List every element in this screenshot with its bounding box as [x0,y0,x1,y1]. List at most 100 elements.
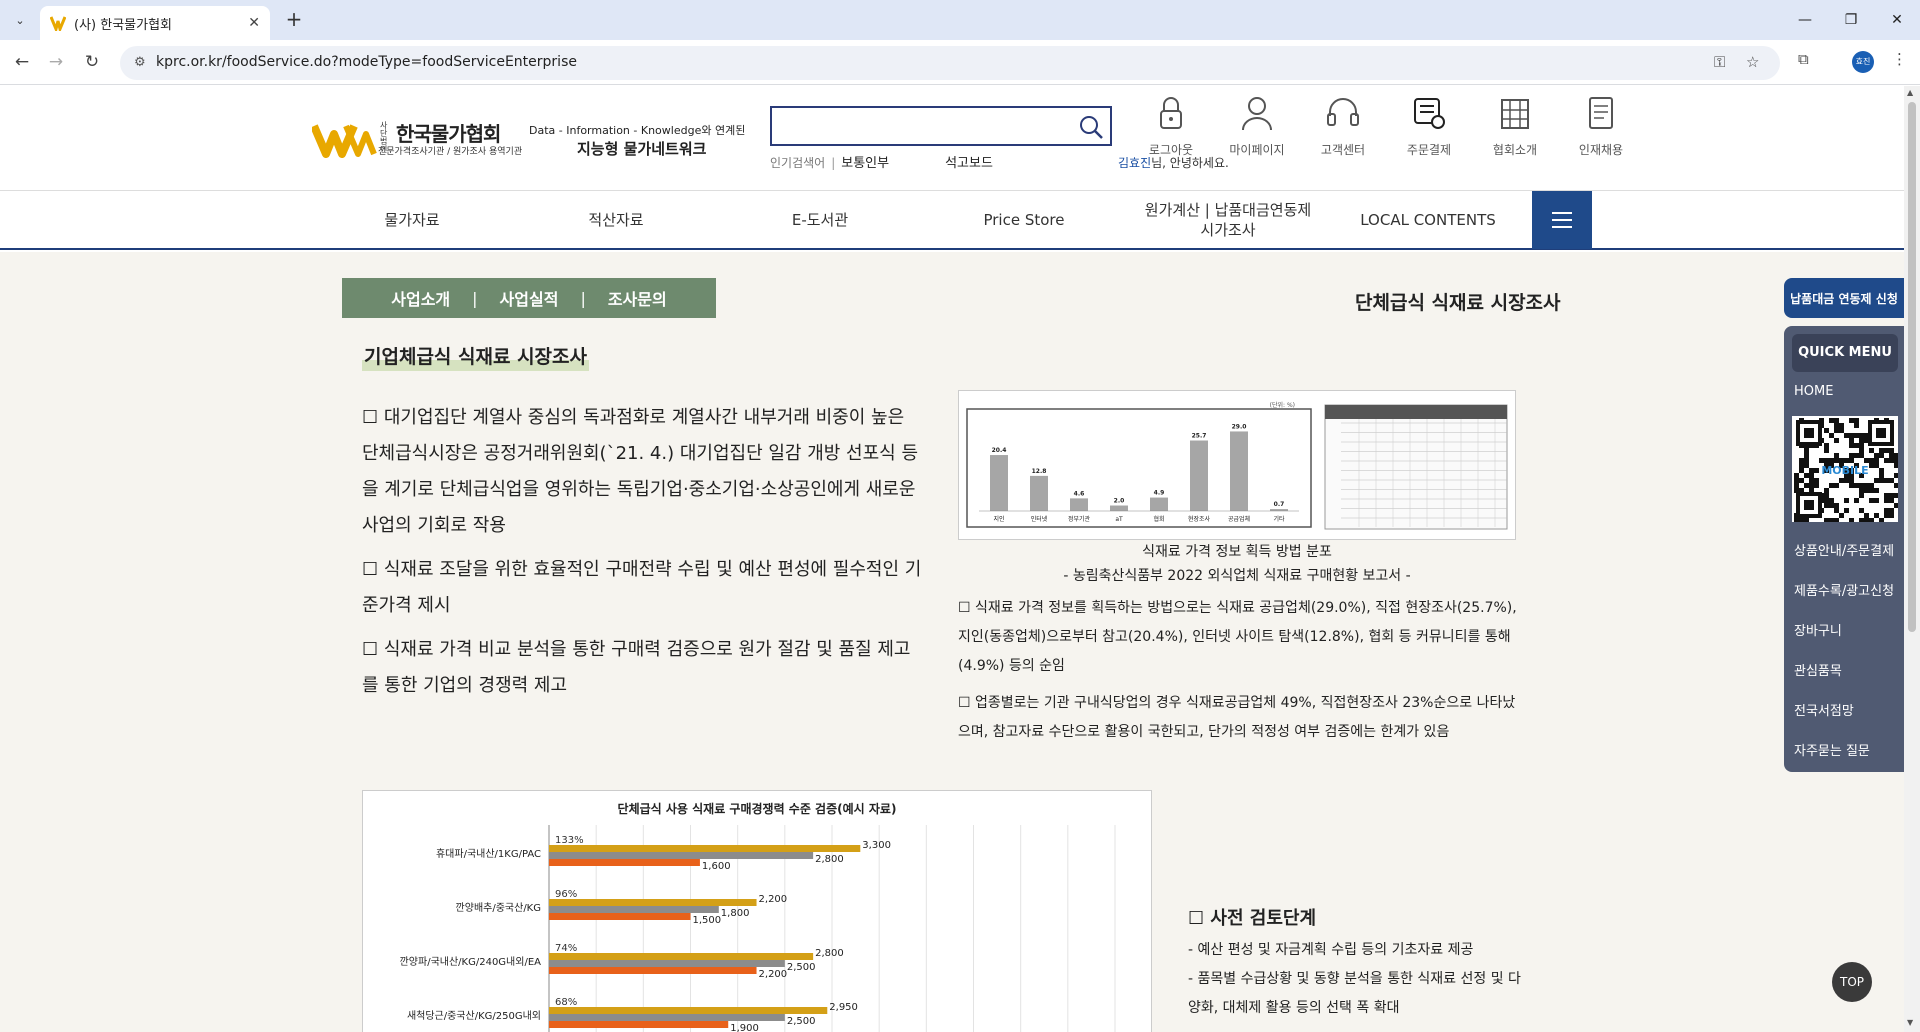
chart-bar [549,899,757,906]
qr-module [1844,478,1849,483]
reload-icon[interactable]: ↻ [80,50,104,74]
user-name[interactable]: 김효진 [1118,156,1151,170]
mypage-button[interactable]: 마이페이지 [1214,94,1300,158]
qr-module [1889,453,1894,458]
subtab-business-results[interactable]: 사업실적 [500,286,559,310]
chart-tick-label: 기타 [1273,515,1285,523]
qr-module [1834,503,1839,508]
password-key-icon[interactable]: ⚿ [1714,53,1725,71]
logo-title[interactable]: 한국물가협회 [396,118,501,147]
gnb-item-local-contents[interactable]: LOCAL CONTENTS [1358,191,1498,249]
qr-module [1884,458,1889,463]
search-icon[interactable] [1078,114,1104,140]
chart-data-label: 2,800 [815,854,844,865]
quick-menu-item[interactable]: 관심품목 [1784,652,1904,692]
qr-module [1884,493,1889,498]
logout-button[interactable]: 로그아웃 [1128,94,1214,158]
cart-icon [1414,98,1445,129]
qr-module [1869,458,1874,463]
browser-menu-icon[interactable]: ⋮ [1892,50,1907,68]
minimize-icon[interactable]: — [1782,0,1828,40]
subcontract-linkage-banner[interactable]: 납품대금 연동제 신청 [1784,278,1904,318]
bullet-paragraph: ☐ 업종별로는 기관 구내식당업의 경우 식재료공급업체 49%, 직접현장조사… [958,695,1516,740]
hamburger-menu-button[interactable] [1532,191,1592,249]
popular-keyword[interactable]: 석고보드 [945,156,993,171]
scrollbar-thumb[interactable] [1908,102,1916,632]
gnb-item-price-store[interactable]: Price Store [954,191,1094,249]
quick-menu-item[interactable]: 상품안내/주문결제 [1784,532,1904,572]
qr-module [1849,433,1854,438]
slogan-line1: Data - Information - Knowledge와 연계된 [529,124,746,137]
popular-keyword[interactable]: 보통인부 [841,156,889,171]
review-stage-lines: - 예산 편성 및 자금계획 수립 등의 기초자료 제공 - 품목별 수급상황 … [1188,936,1528,1023]
kprc-logo-icon[interactable] [312,120,380,158]
quick-menu-item[interactable]: 제품수록/광고신청 [1784,572,1904,612]
qr-module [1894,463,1899,468]
recruit-button[interactable]: 인재채용 [1558,94,1644,158]
chart-bar [1150,497,1168,511]
url-bar[interactable]: ⚙ kprc.or.kr/foodService.do?modeType=foo… [120,46,1780,80]
qr-module [1814,478,1819,483]
extensions-icon[interactable]: ⧉ [1798,50,1809,68]
quick-menu-item[interactable]: 전국서점망 [1784,692,1904,732]
qr-module [1849,443,1854,448]
gnb-item-e-library[interactable]: E-도서관 [750,191,890,249]
user-icon [1242,97,1272,131]
bookmark-star-icon[interactable]: ☆ [1746,53,1759,71]
site-info-icon[interactable]: ⚙ [134,55,146,70]
profile-avatar[interactable]: 효진 [1852,51,1874,73]
order-payment-button[interactable]: 주문결제 [1386,94,1472,158]
customer-center-label: 고객센터 [1320,143,1366,157]
chart-data-label: 1,500 [693,915,722,926]
qr-module [1794,473,1799,478]
chart-data-label: 29.0 [1232,423,1247,430]
chart-bar [990,455,1008,511]
gnb-item-price-data[interactable]: 물가자료 [342,191,482,249]
qr-module [1894,473,1899,478]
customer-center-button[interactable]: 고객센터 [1300,94,1386,158]
tab-close-icon[interactable]: ✕ [248,15,260,31]
quick-menu-item[interactable]: 자주묻는 질문 [1784,732,1904,772]
new-tab-button[interactable]: + [282,8,306,32]
gnb-item-estimate-data[interactable]: 적산자료 [546,191,686,249]
url-text[interactable]: kprc.or.kr/foodService.do?modeType=foodS… [156,54,577,70]
qr-module [1874,513,1879,518]
subtab-business-intro[interactable]: 사업소개 [391,286,450,310]
chart-data-label: 4.9 [1154,490,1165,497]
qr-module [1814,468,1819,473]
qr-module [1859,443,1864,448]
qr-module [1794,478,1799,483]
chart-bar [549,967,757,974]
address-bar-row: ← → ↻ ⚙ kprc.or.kr/foodService.do?modeTy… [0,40,1920,85]
window-close-icon[interactable]: ✕ [1874,0,1920,40]
scroll-to-top-button[interactable]: TOP [1832,962,1872,1002]
about-button[interactable]: 협회소개 [1472,94,1558,158]
gnb-item-cost-calculation[interactable]: 원가계산 | 납품대금연동제 시가조사 [1128,191,1328,249]
restore-icon[interactable]: ❐ [1828,0,1874,40]
qr-module [1834,458,1839,463]
subtab-inquiry[interactable]: 조사문의 [608,286,667,310]
quick-menu-title: QUICK MENU [1792,334,1898,372]
qr-module [1879,473,1884,478]
qr-module [1859,508,1864,513]
tab-search-chevron-icon[interactable]: ⌄ [8,8,32,32]
qr-module [1889,478,1894,483]
mobile-qr-code[interactable]: MOBILE [1792,416,1899,523]
qr-module [1849,453,1854,458]
search-input[interactable] [778,114,1068,138]
qr-module [1834,483,1839,488]
headset-icon [1327,98,1359,126]
quick-menu-item[interactable]: 장바구니 [1784,612,1904,652]
quick-menu-home[interactable]: HOME [1784,372,1904,412]
scroll-down-arrow-icon[interactable]: ▼ [1907,1018,1913,1027]
forward-icon[interactable]: → [44,50,68,74]
scroll-up-arrow-icon[interactable]: ▲ [1907,88,1913,97]
page-scrollbar[interactable]: ▲ ▼ [1904,86,1920,1032]
qr-module [1849,483,1854,488]
back-icon[interactable]: ← [10,50,34,74]
sub-navigation: 사업소개 | 사업실적 | 조사문의 [342,278,716,318]
qr-module [1824,443,1829,448]
chart-bar [549,1014,785,1021]
browser-tab[interactable]: (사) 한국물가협회 ✕ [40,6,270,40]
chart-data-label: 2.0 [1114,498,1125,505]
